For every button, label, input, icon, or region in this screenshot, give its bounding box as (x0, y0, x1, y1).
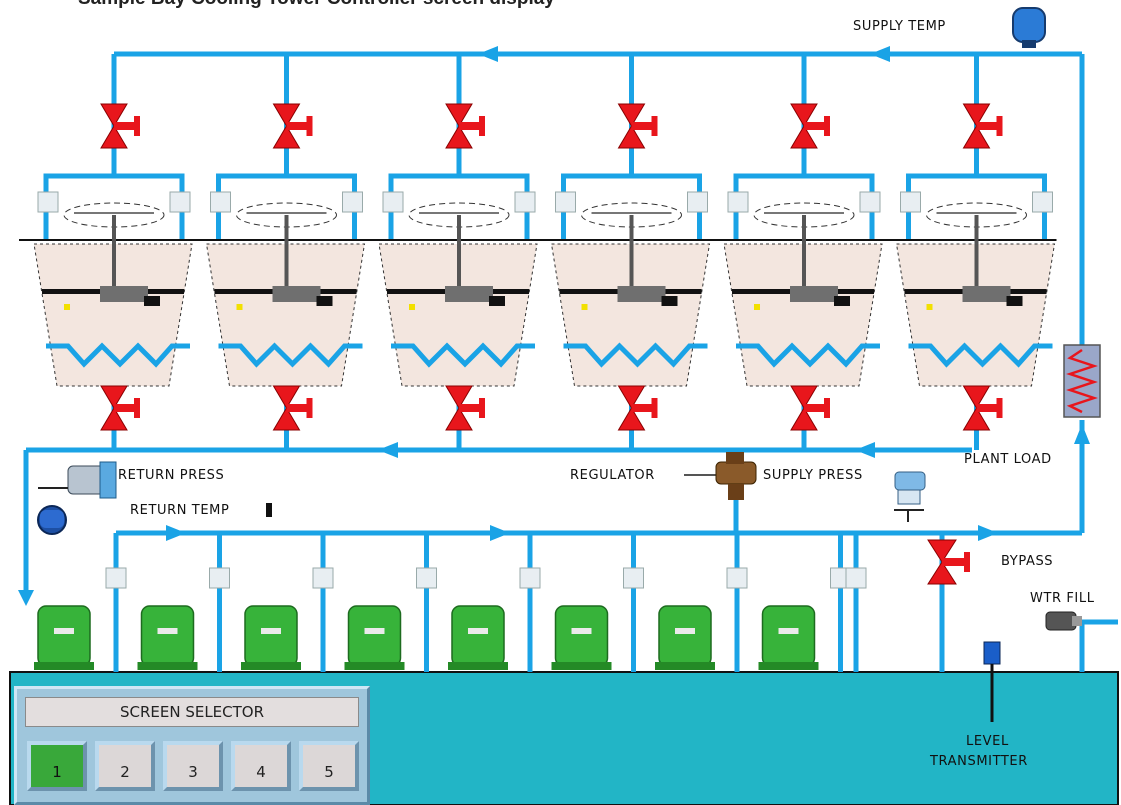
cooling-tower[interactable] (709, 54, 884, 450)
tower-outlet-valve[interactable] (617, 385, 658, 431)
tower-outlet-valve[interactable] (962, 385, 1003, 431)
tower-supply-valve[interactable] (617, 103, 658, 149)
pump[interactable] (241, 605, 301, 670)
supply-press-label: SUPPLY PRESS (763, 468, 863, 483)
nozzle-icon (382, 191, 404, 213)
plant-load-exchanger[interactable] (1063, 344, 1101, 418)
pump[interactable] (758, 605, 819, 670)
nozzle-icon (210, 191, 231, 213)
flow-arrow (1074, 424, 1090, 444)
flow-arrow (378, 442, 398, 458)
level-transmitter-label-line1: LEVEL (966, 734, 1009, 749)
check-valve-icon (209, 567, 230, 589)
flow-arrow (870, 46, 890, 62)
plant-load-label: PLANT LOAD (964, 452, 1052, 467)
return-temp-label: RETURN TEMP (130, 503, 230, 518)
flow-arrow (978, 525, 998, 541)
supply-press-transmitter[interactable] (894, 471, 926, 522)
status-indicator (926, 304, 933, 310)
nozzle-icon (342, 191, 363, 213)
pump[interactable] (34, 605, 94, 670)
wtr-fill-label: WTR FILL (1030, 591, 1095, 606)
check-valve-icon (845, 567, 867, 589)
screen-button-2[interactable]: 2 (95, 741, 155, 791)
cooling-tower[interactable] (881, 54, 1057, 450)
flow-arrow (490, 525, 510, 541)
check-valve-icon (105, 567, 127, 589)
nozzle-icon (859, 191, 881, 213)
cooling-tower[interactable] (364, 54, 539, 450)
tower-supply-valve[interactable] (445, 103, 485, 149)
check-valve-icon (519, 567, 541, 589)
return-press-label: RETURN PRESS (118, 468, 225, 483)
screen-button-1[interactable]: 1 (27, 741, 87, 791)
screen-button-4[interactable]: 4 (231, 741, 291, 791)
flow-arrow (166, 525, 186, 541)
cooling-tower[interactable] (19, 54, 194, 450)
screen-selector-panel: SCREEN SELECTOR 1 2 3 4 5 (14, 686, 370, 805)
tower-outlet-valve[interactable] (272, 385, 313, 431)
tower-outlet-valve[interactable] (100, 385, 140, 431)
flow-arrow (18, 590, 34, 606)
nozzle-icon (900, 191, 921, 213)
cooling-tower[interactable] (536, 54, 712, 450)
supply-temp-label: SUPPLY TEMP (853, 19, 946, 34)
status-indicator (236, 304, 243, 310)
fan-motor (100, 286, 148, 302)
nozzle-icon (687, 191, 708, 213)
check-valve-icon (726, 567, 748, 589)
pump[interactable] (344, 605, 405, 670)
supply-temp-sensor[interactable] (1012, 7, 1046, 48)
bypass-valve[interactable] (927, 539, 970, 585)
nozzle-icon (727, 191, 749, 213)
regulator-label: REGULATOR (570, 468, 655, 483)
nozzle-icon (169, 191, 191, 213)
flow-arrow (855, 442, 875, 458)
bypass-label: BYPASS (1001, 554, 1054, 569)
tower-outlet-valve[interactable] (790, 385, 830, 431)
status-indicator (754, 304, 760, 310)
screen-selector-title: SCREEN SELECTOR (25, 697, 359, 727)
check-valve-icon (416, 567, 437, 589)
screen-button-3[interactable]: 3 (163, 741, 223, 791)
check-valve-icon (623, 567, 644, 589)
pump[interactable] (448, 605, 508, 670)
screen-button-5[interactable]: 5 (299, 741, 359, 791)
tower-supply-valve[interactable] (790, 103, 830, 149)
status-indicator (409, 304, 415, 310)
fan-motor (617, 286, 666, 302)
check-valve-icon (312, 567, 334, 589)
cooling-tower-schematic (9, 7, 1119, 805)
pump[interactable] (551, 605, 612, 670)
fan-motor (962, 286, 1011, 302)
water-fill-valve[interactable] (1045, 611, 1082, 631)
tower-outlet-valve[interactable] (445, 385, 485, 431)
tower-supply-valve[interactable] (272, 103, 313, 149)
pump[interactable] (137, 605, 198, 670)
nozzle-icon (514, 191, 536, 213)
pump[interactable] (655, 605, 715, 670)
regulator-valve[interactable] (684, 452, 757, 500)
cooling-tower[interactable] (191, 54, 367, 450)
tower-supply-valve[interactable] (100, 103, 140, 149)
return-temp-sensor[interactable] (37, 505, 67, 535)
status-indicator (581, 304, 588, 310)
tower-supply-valve[interactable] (962, 103, 1003, 149)
fan-motor (445, 286, 493, 302)
nozzle-icon (1032, 191, 1053, 213)
return-press-transmitter[interactable] (38, 461, 117, 499)
fan-motor (272, 286, 321, 302)
return-temp-readout (266, 503, 272, 517)
nozzle-icon (37, 191, 59, 213)
nozzle-icon (555, 191, 576, 213)
level-transmitter-label-line2: TRANSMITTER (930, 754, 1028, 769)
fan-motor (790, 286, 838, 302)
status-indicator (64, 304, 70, 310)
flow-arrow (478, 46, 498, 62)
